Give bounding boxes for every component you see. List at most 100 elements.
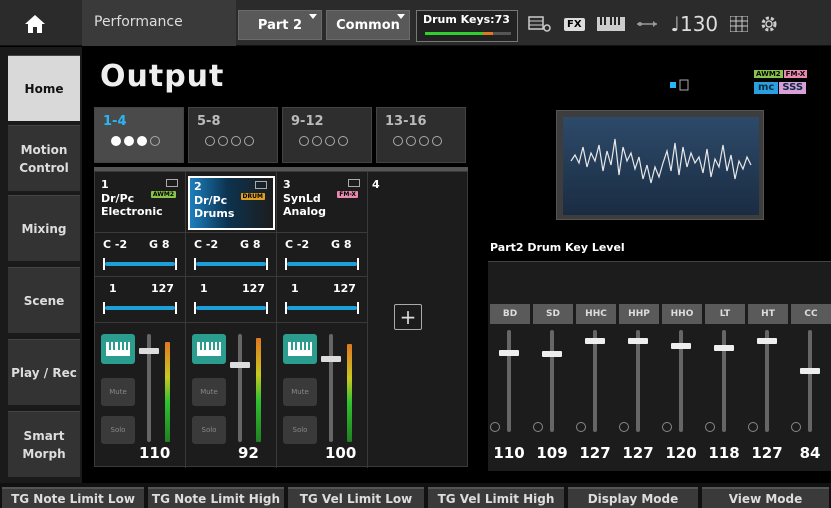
note-range-slider[interactable] (103, 258, 177, 270)
drum-key-fader-knob[interactable] (671, 343, 691, 349)
tg-note-limit-low-button[interactable]: TG Note Limit Low (2, 487, 144, 508)
tg-note-limit-high-button[interactable]: TG Note Limit High (148, 487, 284, 508)
volume-fader-knob[interactable] (139, 348, 159, 354)
tab-13-16[interactable]: 13-16 (376, 107, 466, 163)
vel-limit-high[interactable]: 127 (242, 282, 265, 295)
solo-button[interactable]: Solo (283, 416, 317, 444)
row-divider (277, 232, 368, 233)
grid-icon[interactable] (730, 16, 749, 32)
nav-scene[interactable]: Scene (8, 267, 80, 333)
mute-button[interactable]: Mute (283, 378, 317, 406)
drum-key-hho: HHO 120 (660, 304, 702, 472)
part-output-icon (348, 179, 360, 187)
tempo-display[interactable]: ♩130 (671, 12, 719, 36)
row-divider (95, 322, 186, 323)
drum-key-fader-track[interactable] (808, 330, 812, 432)
note-limit-high[interactable]: G 8 (149, 238, 170, 251)
tg-vel-limit-low-button[interactable]: TG Vel Limit Low (288, 487, 424, 508)
part-group-tabs: 1-4 5-8 9-12 13-16 (94, 107, 468, 167)
drum-key-fader-knob[interactable] (499, 350, 519, 356)
keyboard-control-button[interactable] (101, 334, 135, 364)
vel-limit-low[interactable]: 1 (200, 282, 208, 295)
part-select-button[interactable]: Part 2 (238, 10, 322, 40)
part-header[interactable]: 1 Dr/Pc Electronic AWM2 (97, 176, 184, 230)
row-divider (95, 232, 186, 233)
note-limit-low[interactable]: C -2 (285, 238, 309, 251)
drum-key-fader-knob[interactable] (628, 338, 648, 344)
keyboard-icon (197, 342, 221, 356)
part-header[interactable]: 3 SynLd Analog FM-X (279, 176, 366, 230)
dot-icon (406, 136, 416, 146)
vel-limit-low[interactable]: 1 (291, 282, 299, 295)
note-range-slider[interactable] (194, 258, 268, 270)
tab-1-4[interactable]: 1-4 (94, 107, 184, 163)
note-limit-low[interactable]: C -2 (194, 238, 218, 251)
keyboard-icon (288, 342, 312, 356)
fx-indicator[interactable]: FX (564, 17, 585, 31)
common-button[interactable]: Common (326, 10, 410, 40)
part-status-icon (670, 79, 689, 91)
volume-fader-track[interactable] (238, 334, 242, 442)
drum-key-indicator (791, 422, 801, 432)
drum-key-indicator (748, 422, 758, 432)
volume-fader-knob[interactable] (321, 356, 341, 362)
drum-key-indicator (705, 422, 715, 432)
view-mode-button[interactable]: View Mode (702, 487, 829, 508)
drum-key-label: HT (748, 304, 788, 324)
drum-key-fader-knob[interactable] (800, 368, 820, 374)
vel-limit-low[interactable]: 1 (109, 282, 117, 295)
nav-play-rec[interactable]: Play / Rec (8, 339, 80, 405)
vel-range-slider[interactable] (285, 302, 359, 314)
part-name: Drums (194, 207, 235, 220)
tab-5-8[interactable]: 5-8 (188, 107, 278, 163)
drum-key-fader-knob[interactable] (542, 351, 562, 357)
keyboard-icon[interactable] (596, 17, 625, 31)
display-mode-button[interactable]: Display Mode (568, 487, 698, 508)
mute-button[interactable]: Mute (192, 378, 226, 406)
left-nav: Home Motion Control Mixing Scene Play / … (0, 47, 82, 483)
nav-motion-control[interactable]: Motion Control (8, 125, 80, 191)
vel-limit-high[interactable]: 127 (333, 282, 356, 295)
tab-label: 5-8 (197, 114, 221, 129)
part-header[interactable]: 2 Dr/Pc Drums DRUM (188, 176, 275, 230)
dot-icon (299, 136, 309, 146)
keyboard-control-button[interactable] (192, 334, 226, 364)
vel-limit-high[interactable]: 127 (151, 282, 174, 295)
keyboard-control-button[interactable] (283, 334, 317, 364)
note-limit-high[interactable]: G 8 (240, 238, 261, 251)
drum-key-fader-track[interactable] (550, 330, 554, 432)
gear-icon[interactable] (760, 15, 778, 33)
volume-fader-knob[interactable] (230, 362, 250, 368)
solo-button[interactable]: Solo (101, 416, 135, 444)
drum-key-indicator (619, 422, 629, 432)
vel-range-slider[interactable] (194, 302, 268, 314)
home-button[interactable] (8, 6, 62, 42)
drum-key-fader-track[interactable] (765, 330, 769, 432)
dot-icon (312, 136, 322, 146)
nav-mixing[interactable]: Mixing (8, 195, 80, 261)
drum-key-fader-knob[interactable] (714, 345, 734, 351)
awm2-badge: AWM2 (754, 70, 783, 78)
tg-vel-limit-high-button[interactable]: TG Vel Limit High (428, 487, 564, 508)
drum-key-fader-track[interactable] (636, 330, 640, 432)
quick-setup-icon[interactable] (528, 15, 552, 33)
volume-fader-track[interactable] (329, 334, 333, 442)
add-part-button[interactable]: + (394, 304, 422, 330)
drum-key-fader-track[interactable] (507, 330, 511, 432)
note-range-slider[interactable] (285, 258, 359, 270)
part-number: 3 (283, 178, 291, 191)
note-limit-low[interactable]: C -2 (103, 238, 127, 251)
nav-smart-morph[interactable]: Smart Morph (8, 411, 80, 477)
drum-key-fader-track[interactable] (593, 330, 597, 432)
solo-button[interactable]: Solo (192, 416, 226, 444)
part-select-label: Part 2 (257, 17, 303, 33)
vel-range-slider[interactable] (103, 302, 177, 314)
row-divider (277, 276, 368, 277)
mute-button[interactable]: Mute (101, 378, 135, 406)
drum-key-fader-knob[interactable] (585, 338, 605, 344)
drum-key-fader-knob[interactable] (757, 338, 777, 344)
note-limit-high[interactable]: G 8 (331, 238, 352, 251)
drum-keys-indicator[interactable]: Drum Keys:73 (416, 10, 518, 42)
nav-home[interactable]: Home (8, 55, 80, 121)
tab-9-12[interactable]: 9-12 (282, 107, 372, 163)
